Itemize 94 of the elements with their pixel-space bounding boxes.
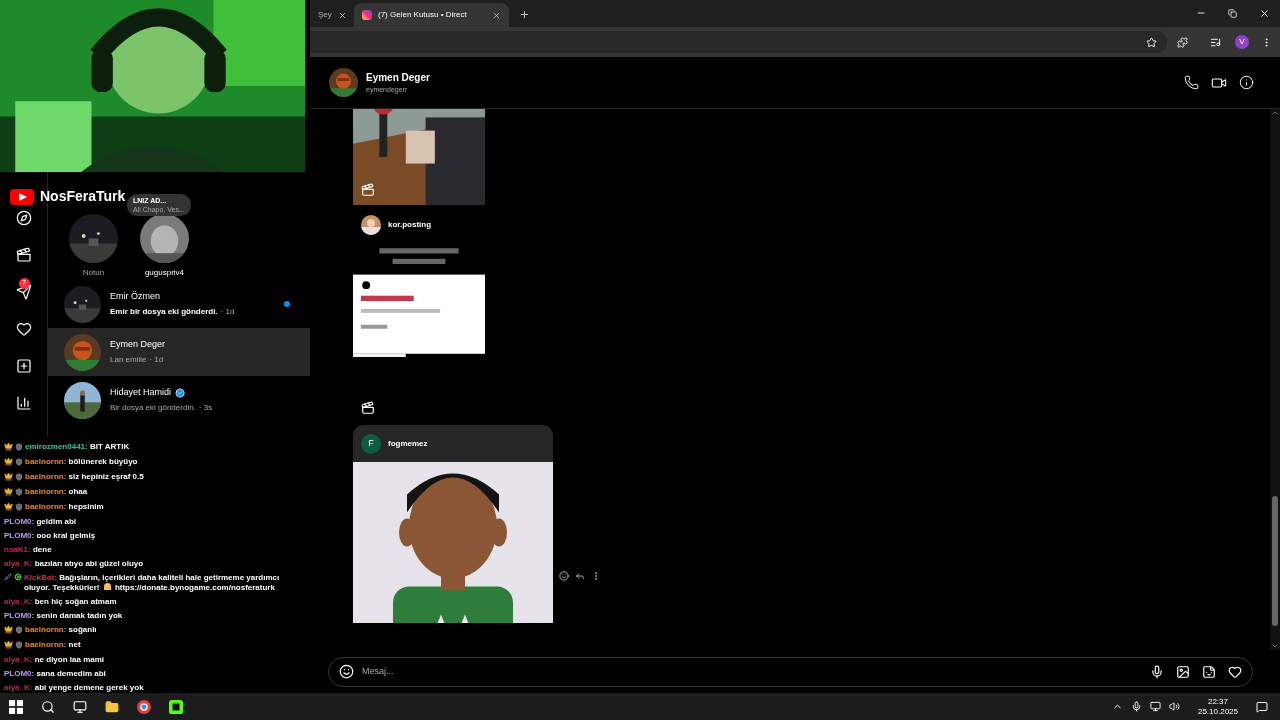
shield-icon (15, 641, 23, 649)
contact-name: Hidayet Hamidi (110, 386, 172, 400)
crown-icon (4, 457, 13, 466)
sender-name[interactable]: kor.posting (388, 219, 432, 231)
sender-avatar: F (361, 433, 381, 454)
shield-icon (15, 488, 23, 496)
reels-icon[interactable] (15, 247, 32, 263)
chat-message: alya_K: bazıları atıyo abi güzel oluyo (4, 559, 144, 569)
message-preview: Emir bir dosya eki gönderdi. (110, 305, 218, 318)
chat-message: PLOM0: geldim abi (4, 517, 77, 527)
chat-message: emirozmen0441: BIT ARTIK (25, 442, 130, 452)
sticker-icon[interactable] (1202, 664, 1216, 679)
chat-message: baelnornn: bölünerek büyüyo (25, 457, 138, 467)
chart-icon[interactable] (15, 395, 32, 411)
sword-icon (4, 573, 12, 581)
play-logo-icon (10, 188, 34, 205)
compass-icon[interactable] (15, 210, 32, 226)
message-input[interactable]: Mesaj... (362, 664, 1150, 679)
windows-logo-icon[interactable] (9, 699, 23, 714)
shield-icon (15, 443, 23, 451)
conversation-item[interactable]: Eymen Deger Lan emiiie · 1d (48, 328, 310, 376)
sender-name[interactable]: fogmemez (388, 437, 428, 450)
donation-link[interactable]: https://donate.bynogame.com/nosferaturk (114, 583, 275, 592)
message-time: · 1d (149, 353, 164, 366)
conversation-item[interactable]: Emir Özmen Emir bir dosya eki gönderdi. · 1d (48, 280, 310, 328)
message-preview: Bir dosya eki gönderdin. (110, 401, 196, 414)
scroll-up-icon[interactable] (1271, 109, 1279, 117)
chat-message: baelnornn: hepsinim (25, 502, 104, 512)
notifications-icon[interactable] (1256, 700, 1268, 713)
app-icon[interactable] (169, 699, 183, 714)
restore-icon[interactable] (1228, 9, 1237, 18)
folder-icon[interactable] (105, 699, 119, 714)
channel-name: NosFeraTurk (40, 187, 126, 206)
gear-icon (14, 573, 22, 581)
message-time: · 3s (198, 401, 213, 414)
search-icon[interactable] (41, 699, 55, 714)
reels-icon (361, 401, 375, 415)
chat-message: PLOM0: senin damak tadın yok (4, 611, 123, 621)
browser-icon[interactable] (137, 699, 151, 714)
contact-name: Emir Özmen (110, 290, 160, 304)
instagram-icon (362, 10, 372, 20)
reels-icon (361, 183, 375, 197)
extensions-icon[interactable] (1177, 36, 1188, 48)
chat-message: baelnornn: net (25, 640, 81, 650)
chat-message: baelnornn: ohaa (25, 487, 88, 497)
new-tab-icon[interactable] (519, 9, 530, 20)
chat-message: alya_K: ben hiç soğan atmam (4, 597, 117, 607)
story-name[interactable]: Notun (82, 267, 105, 279)
crown-icon (4, 640, 13, 649)
chat-message: nsaK1: dene (4, 545, 52, 555)
scrollbar[interactable] (1270, 109, 1280, 650)
create-icon[interactable] (15, 358, 32, 374)
close-icon[interactable] (1259, 8, 1270, 19)
bookmark-icon[interactable] (1146, 36, 1157, 48)
shield-icon (15, 503, 23, 511)
task-view-icon[interactable] (73, 699, 87, 714)
chat-message: KickBot: Bağışların, içerikleri daha kaliteli hale getirmeme yardımcı oluyor. Teşekkürler! https://donate.bynogame.com/nosferaturk (24, 573, 281, 593)
chat-message: alya_K: ne diyon laa mami (4, 655, 105, 665)
clock[interactable]: 22:37 25.10.2025 (1197, 696, 1238, 717)
conversation-item[interactable]: Hidayet Hamidi Bir dosya eki gönderdin. · 3s (48, 376, 310, 424)
phone-icon[interactable] (1184, 75, 1199, 90)
chat-message: alya_K: abi yenge demene gerek yok (4, 683, 144, 693)
browser-tab[interactable]: Şey (310, 3, 354, 27)
network-icon[interactable] (1149, 701, 1161, 712)
reply-icon[interactable] (575, 571, 585, 581)
microphone-icon[interactable] (1150, 664, 1164, 679)
chat-message: baelnornn: soğanlı (25, 625, 97, 635)
heart-icon[interactable] (1228, 664, 1242, 679)
heart-icon[interactable] (15, 321, 32, 337)
contact-name[interactable]: Eymen Deger (366, 69, 1184, 85)
close-icon[interactable] (337, 10, 347, 20)
media-icon[interactable] (1210, 36, 1221, 48)
crown-icon (4, 442, 13, 451)
crown-icon (4, 625, 13, 634)
info-icon[interactable] (1239, 75, 1254, 90)
shield-icon (15, 626, 23, 634)
crown-icon (4, 487, 13, 496)
story-name[interactable]: guguspriv4 (144, 267, 185, 279)
microphone-icon[interactable] (1130, 701, 1142, 712)
shield-icon (15, 473, 23, 481)
browser-tab[interactable]: (7) Gelen Kutusu • Direct (354, 3, 509, 27)
crown-icon (4, 502, 13, 511)
message-time: · 1d (220, 305, 235, 318)
volume-icon[interactable] (1168, 701, 1180, 712)
chat-message: baelnornn: siz hepiniz eşraf 0.5 (25, 472, 144, 482)
profile-avatar[interactable]: V (1235, 35, 1249, 49)
chat-message: PLOM0: sana demedim abi (4, 669, 106, 679)
message-preview: Lan emiiie (110, 353, 147, 366)
chat-message: PLOM0: ooo kral gelmiş (4, 531, 96, 541)
shield-icon (15, 458, 23, 466)
scroll-down-icon[interactable] (1271, 642, 1279, 650)
contact-name: Eymen Deger (110, 338, 166, 352)
image-icon[interactable] (1176, 664, 1190, 679)
crown-icon (4, 472, 13, 481)
